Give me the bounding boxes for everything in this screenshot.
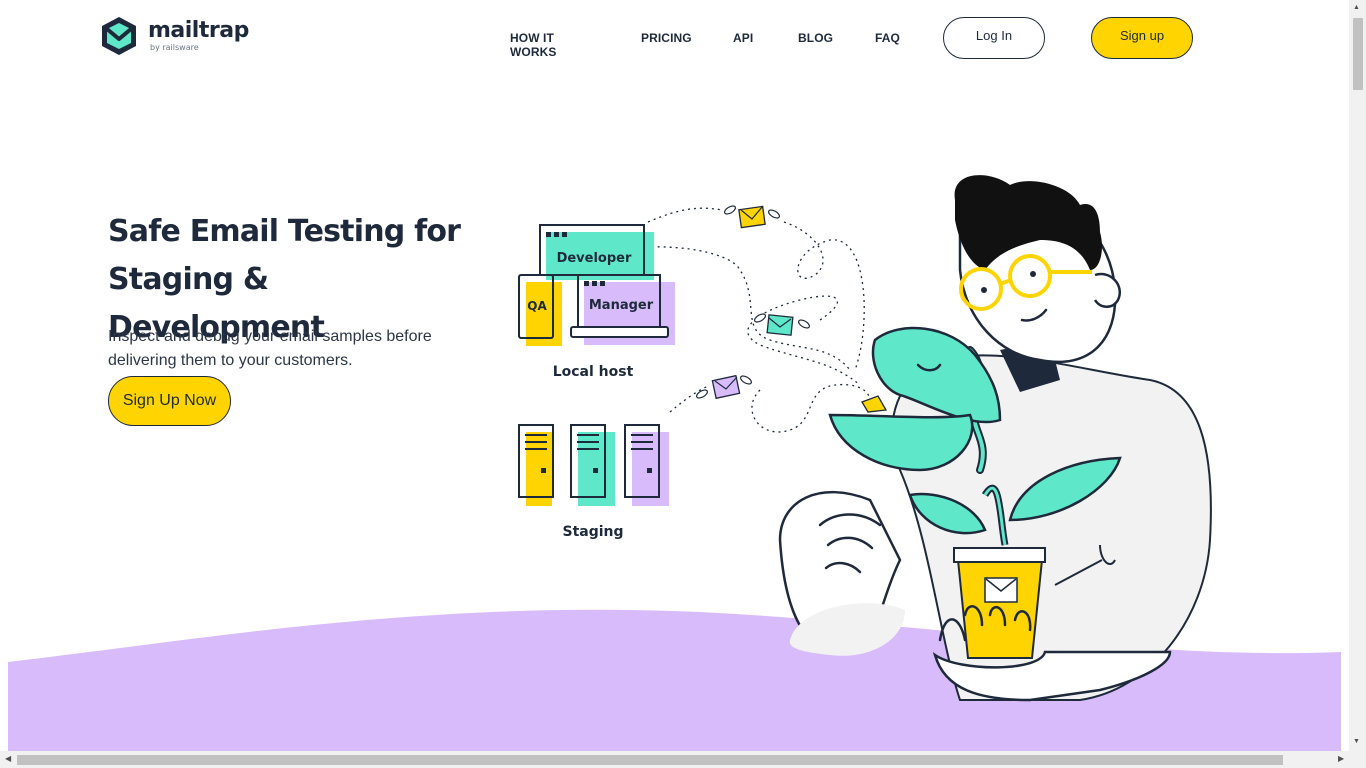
login-button[interactable]: Log In [943,17,1045,59]
horizontal-scroll-thumb[interactable] [17,755,1283,765]
envelope-icon-middle [753,313,811,336]
local-host-label: Local host [553,364,634,380]
vertical-scroll-thumb[interactable] [1353,18,1363,90]
mailtrap-logo[interactable]: mailtrap by railsware [100,14,250,58]
nav-api[interactable]: API [733,31,763,45]
nav-faq[interactable]: FAQ [875,31,905,45]
scroll-down-arrow-icon[interactable]: ▼ [1353,738,1360,745]
character-illustration [778,175,1212,701]
envelope-icon-bottom [695,374,753,400]
scroll-right-arrow-icon[interactable]: ▶ [1338,754,1344,763]
horizontal-scrollbar[interactable]: ◀ ▶ [0,751,1366,768]
mailtrap-logo-icon [102,17,136,55]
signup-button[interactable]: Sign up [1091,17,1193,59]
nav-pricing[interactable]: PRICING [641,31,701,45]
qa-label: QA [527,299,547,313]
staging-servers [518,424,669,506]
manager-label: Manager [589,298,654,313]
scroll-left-arrow-icon[interactable]: ◀ [5,754,11,763]
manager-laptop: Manager [570,274,675,345]
developer-label: Developer [557,251,632,266]
logo-wordmark: mailtrap [148,18,249,43]
hero-subtitle: Inspect and debug your email samples bef… [108,325,468,373]
sign-up-now-button[interactable]: Sign Up Now [108,376,231,426]
vertical-scrollbar[interactable]: ▲ ▼ [1349,0,1366,751]
staging-label: Staging [562,524,623,540]
lavender-wave [8,609,1341,751]
hero-subtitle-line2: delivering them to your customers. [108,352,353,369]
nav-how-it-works[interactable]: HOW IT WORKS [510,31,600,59]
hero-subtitle-line1: Inspect and debug your email samples bef… [108,328,432,345]
hero-title-line1: Safe Email Testing for [108,214,461,249]
scroll-up-arrow-icon[interactable]: ▲ [1353,4,1360,11]
logo-tagline: by railsware [150,43,199,52]
developer-laptop: Developer [539,224,654,280]
envelope-icon-top [723,205,781,229]
plant-pot-illustration [828,326,1172,702]
nav-blog[interactable]: BLOG [798,31,838,45]
qa-device: QA [518,274,562,346]
